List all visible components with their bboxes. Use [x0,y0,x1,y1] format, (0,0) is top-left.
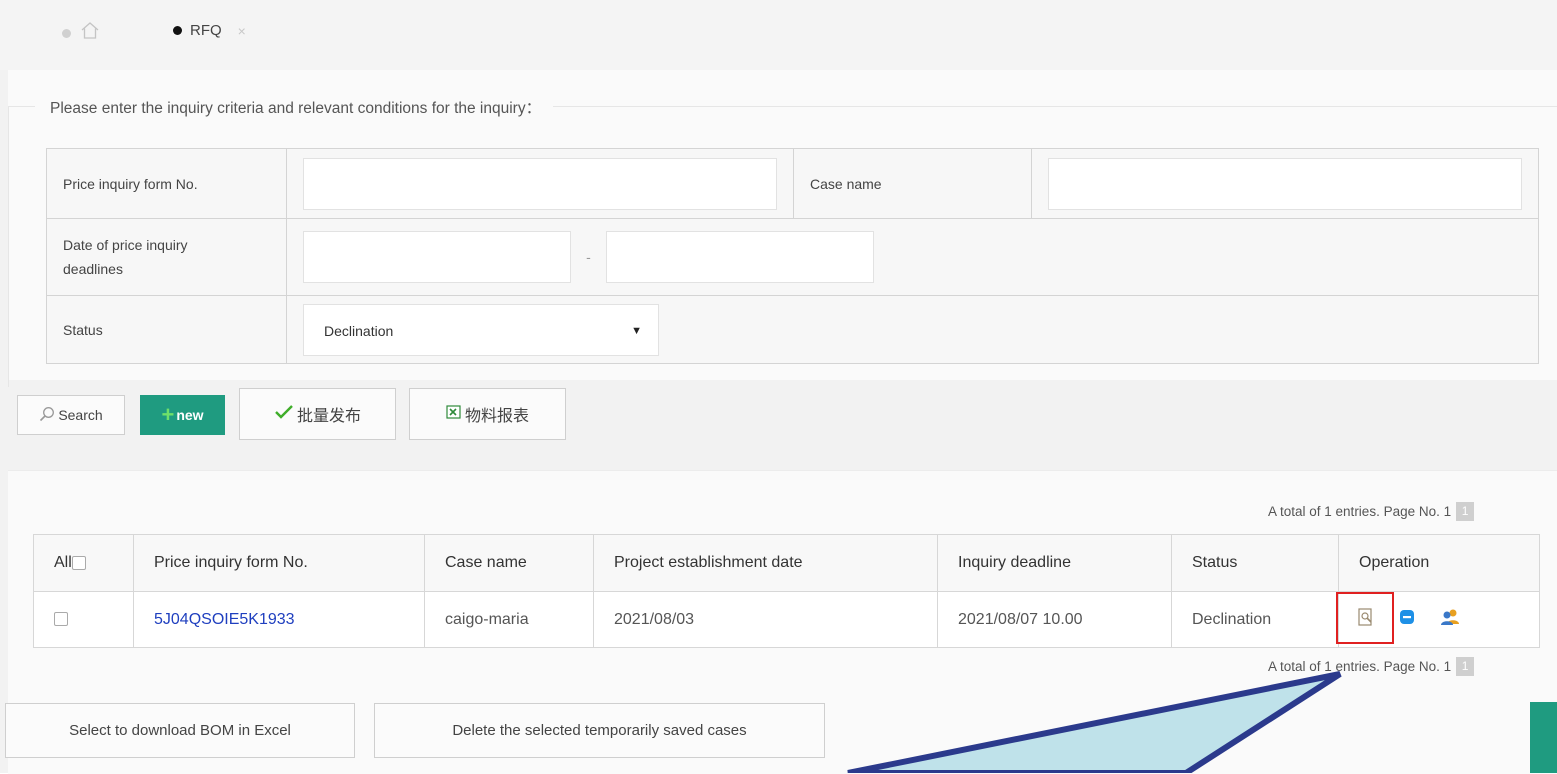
remove-icon[interactable] [1399,609,1415,630]
case-name-label: Case name [793,148,1032,219]
search-button-label: Search [58,407,103,423]
deadline-range-cell: - [286,218,1539,296]
deadline-from-input[interactable] [303,231,571,283]
tab-bar: RFQ × [0,0,1557,70]
case-name-input[interactable] [1048,157,1522,210]
status-selected-value: Declination [324,322,394,339]
users-icon[interactable] [1439,608,1461,631]
checkmark-icon [274,404,294,425]
form-no-cell [286,148,794,219]
active-tab-dot [173,26,182,35]
delete-saved-cases-button[interactable]: Delete the selected temporarily saved ca… [374,703,825,758]
table-row: 5J04QSOIE5K1933 caigo-maria 2021/08/03 2… [33,591,1540,648]
batch-publish-button[interactable]: 批量发布 [239,388,396,440]
side-tab[interactable] [1530,702,1557,773]
header-case-name: Case name [424,534,594,592]
rfq-table: All Price inquiry form No. Case name Pro… [33,534,1540,648]
deadline-to-input[interactable] [606,231,874,283]
header-operation: Operation [1338,534,1540,592]
deadline-label-line1: Date of price inquiry [63,237,188,253]
new-button-label: new [176,407,204,423]
row-deadline: 2021/08/07 10.00 [937,591,1172,648]
tab-home[interactable] [62,22,99,44]
row-established-date: 2021/08/03 [593,591,938,648]
deadline-separator: - [586,249,591,265]
row-case-name: caigo-maria [424,591,594,648]
header-deadline: Inquiry deadline [937,534,1172,592]
tab-indicator-dot [62,28,71,38]
search-button[interactable]: Search [17,395,125,435]
status-label: Status [46,295,287,364]
tab-rfq-label: RFQ [190,22,222,39]
close-icon[interactable]: × [238,23,246,39]
criteria-legend: Please enter the inquiry criteria and re… [35,96,554,118]
operation-highlight-box [1336,592,1394,644]
status-select[interactable]: Declination ▼ [303,303,659,356]
material-report-button[interactable]: 物料报表 [409,388,566,440]
plus-icon: + [161,402,175,427]
row-form-no-cell: 5J04QSOIE5K1933 [133,591,425,648]
form-no-link[interactable]: 5J04QSOIE5K1933 [154,611,295,628]
batch-publish-label: 批量发布 [296,408,361,425]
form-no-input[interactable] [303,157,777,210]
header-all: All [33,534,134,592]
excel-icon [446,404,462,425]
pager-bottom: A total of 1 entries. Page No. 1 1 [1268,657,1475,676]
select-all-checkbox[interactable] [71,555,86,570]
case-name-cell [1031,148,1539,219]
header-established: Project establishment date [593,534,938,592]
pager-top-page-1[interactable]: 1 [1456,502,1475,521]
row-checkbox-cell [33,591,134,648]
material-report-label: 物料报表 [464,408,529,425]
tab-rfq[interactable]: RFQ × [173,22,246,39]
pager-bottom-text: A total of 1 entries. Page No. 1 [1268,659,1452,674]
header-form-no: Price inquiry form No. [133,534,425,592]
dropdown-arrow-icon: ▼ [631,324,642,337]
header-all-label: All [54,554,72,571]
pager-top-text: A total of 1 entries. Page No. 1 [1268,504,1452,519]
search-icon [39,406,55,425]
download-bom-button[interactable]: Select to download BOM in Excel [5,703,355,758]
form-no-label: Price inquiry form No. [46,148,287,219]
pager-top: A total of 1 entries. Page No. 1 1 [1268,502,1475,521]
header-status: Status [1171,534,1339,592]
status-cell: Declination ▼ [286,295,1539,364]
home-icon[interactable] [81,22,99,44]
criteria-form: Price inquiry form No. Case name Date of… [46,148,1539,364]
new-button[interactable]: + new [140,395,225,435]
pager-bottom-page-1[interactable]: 1 [1456,657,1475,676]
row-checkbox[interactable] [54,612,68,627]
deadline-label-line2: deadlines [63,261,123,277]
deadline-label: Date of price inquiry deadlines [46,218,287,296]
table-header-row: All Price inquiry form No. Case name Pro… [33,534,1540,592]
row-status: Declination [1171,591,1339,648]
